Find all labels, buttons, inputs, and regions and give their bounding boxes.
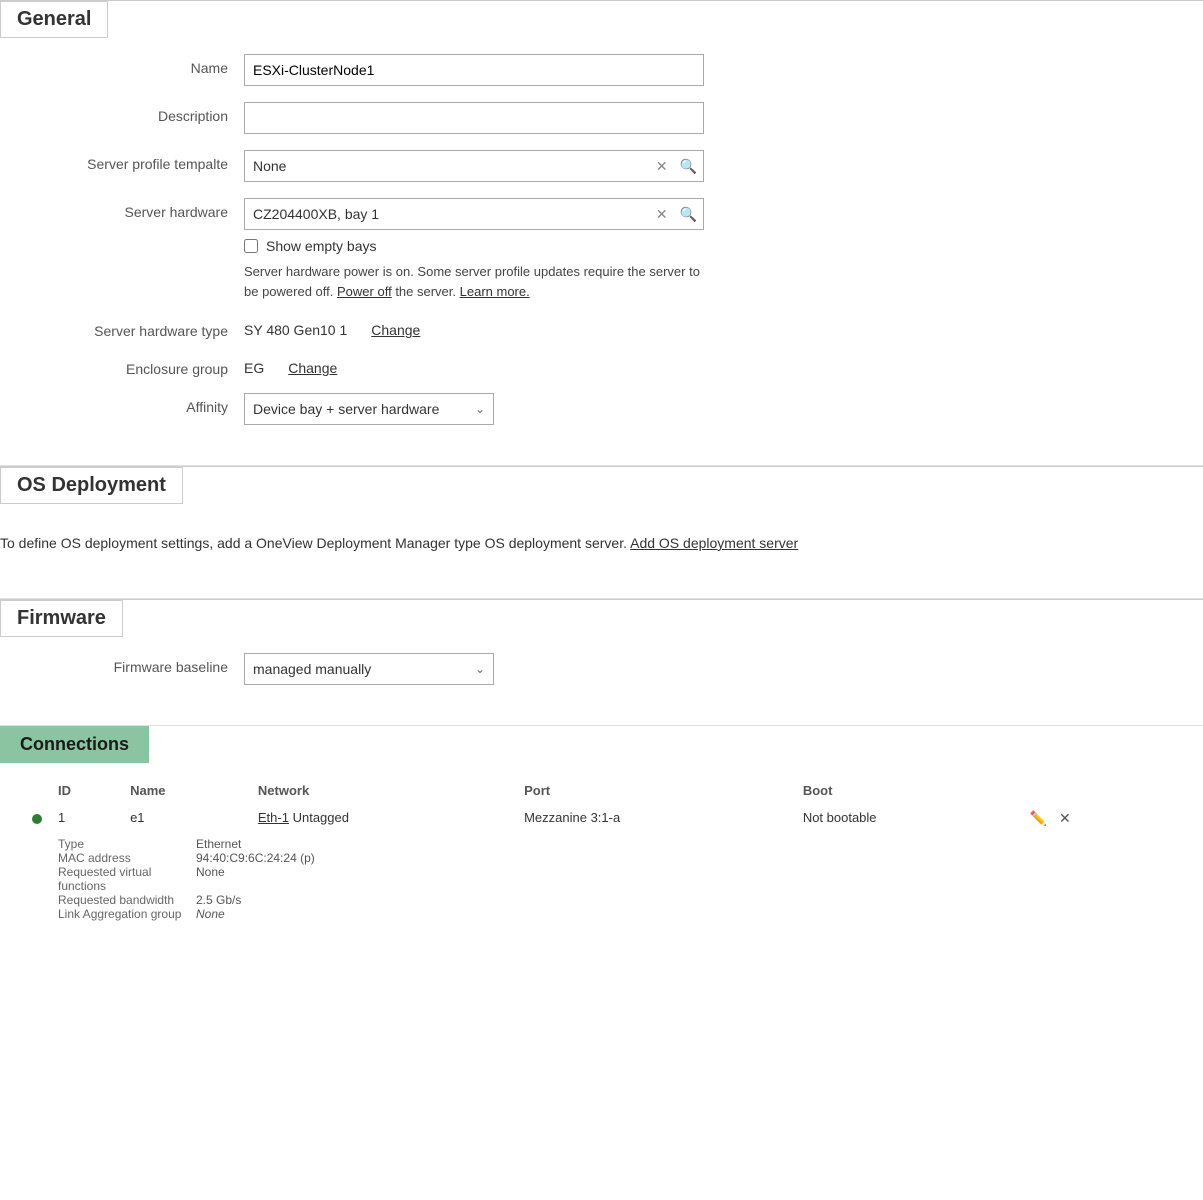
conn-network-col-header: Network <box>250 779 516 806</box>
conn-delete-button[interactable]: ✕ <box>1055 810 1075 827</box>
conn-id-col-header: ID <box>50 779 122 806</box>
power-off-link[interactable]: Power off <box>337 284 392 299</box>
conn-id-cell: 1 <box>50 806 122 831</box>
conn-boot-cell: Not bootable <box>795 806 1018 831</box>
server-hardware-label: Server hardware <box>24 198 244 220</box>
connection-status-indicator <box>32 814 42 824</box>
conn-vf-value: None <box>196 865 1171 893</box>
server-profile-template-value: None <box>245 158 650 174</box>
conn-mac-value: 94:40:C9:6C:24:24 (p) <box>196 851 1171 865</box>
conn-actions-col-header <box>1018 779 1179 806</box>
server-profile-template-search-button[interactable]: 🔍 <box>674 158 703 175</box>
conn-port-cell: Mezzanine 3:1-a <box>516 806 795 831</box>
enclosure-group-label: Enclosure group <box>24 355 244 377</box>
show-empty-bays-label: Show empty bays <box>266 238 377 254</box>
conn-mac-label: MAC address <box>58 851 188 865</box>
firmware-section-title: Firmware <box>0 600 123 637</box>
conn-lag-value: None <box>196 907 1171 921</box>
server-hardware-search-button[interactable]: 🔍 <box>674 206 703 223</box>
os-deployment-section-title: OS Deployment <box>0 467 183 504</box>
firmware-baseline-label: Firmware baseline <box>24 653 244 675</box>
show-empty-bays-checkbox[interactable] <box>244 239 258 253</box>
server-profile-template-field[interactable]: None ✕ 🔍 <box>244 150 704 182</box>
affinity-value: Device bay + server hardware <box>245 401 467 417</box>
affinity-select[interactable]: Device bay + server hardware ⌄ <box>244 393 494 425</box>
conn-type-label: Type <box>58 837 188 851</box>
firmware-baseline-value: managed manually <box>245 661 467 677</box>
conn-port-col-header: Port <box>516 779 795 806</box>
conn-network-cell: Eth-1 Untagged <box>250 806 516 831</box>
server-hardware-type-label: Server hardware type <box>24 317 244 339</box>
table-row: 1 e1 Eth-1 Untagged Mezzanine 3:1-a Not … <box>24 806 1179 831</box>
enclosure-group-value: EG <box>244 360 264 376</box>
server-hardware-clear-button[interactable]: ✕ <box>650 206 674 223</box>
conn-name-cell: e1 <box>122 806 250 831</box>
conn-type-value: Ethernet <box>196 837 1171 851</box>
affinity-chevron-icon: ⌄ <box>467 402 493 416</box>
firmware-baseline-chevron-icon: ⌄ <box>467 662 493 676</box>
general-section-title: General <box>0 1 108 38</box>
name-input[interactable] <box>244 54 704 86</box>
server-profile-template-label: Server profile tempalte <box>24 150 244 172</box>
affinity-label: Affinity <box>24 393 244 415</box>
add-os-deployment-server-link[interactable]: Add OS deployment server <box>630 535 798 551</box>
connections-section-title: Connections <box>0 726 149 763</box>
connection-details-row: Type Ethernet MAC address 94:40:C9:6C:24… <box>24 831 1179 925</box>
conn-bw-label: Requested bandwidth <box>58 893 188 907</box>
conn-network-tag: Untagged <box>293 810 349 825</box>
conn-status-col-header <box>24 779 50 806</box>
conn-network-link[interactable]: Eth-1 <box>258 810 289 825</box>
conn-boot-col-header: Boot <box>795 779 1018 806</box>
server-profile-template-clear-button[interactable]: ✕ <box>650 158 674 175</box>
server-hardware-field[interactable]: CZ204400XB, bay 1 ✕ 🔍 <box>244 198 704 230</box>
conn-edit-button[interactable]: ✏️ <box>1026 810 1051 827</box>
conn-name-col-header: Name <box>122 779 250 806</box>
power-info-text: Server hardware power is on. Some server… <box>244 262 704 301</box>
conn-vf-label: Requested virtual functions <box>58 865 188 893</box>
server-hardware-type-value: SY 480 Gen10 1 <box>244 322 347 338</box>
conn-lag-label: Link Aggregation group <box>58 907 188 921</box>
server-hardware-type-change-button[interactable]: Change <box>371 322 420 338</box>
description-input[interactable] <box>244 102 704 134</box>
learn-more-link[interactable]: Learn more. <box>460 284 530 299</box>
os-deployment-info: To define OS deployment settings, add a … <box>0 516 1203 578</box>
name-label: Name <box>24 54 244 76</box>
server-hardware-value: CZ204400XB, bay 1 <box>245 206 650 222</box>
enclosure-group-change-button[interactable]: Change <box>288 360 337 376</box>
firmware-baseline-select[interactable]: managed manually ⌄ <box>244 653 494 685</box>
description-label: Description <box>24 102 244 124</box>
conn-bw-value: 2.5 Gb/s <box>196 893 1171 907</box>
conn-actions-cell: ✏️ ✕ <box>1018 806 1179 831</box>
